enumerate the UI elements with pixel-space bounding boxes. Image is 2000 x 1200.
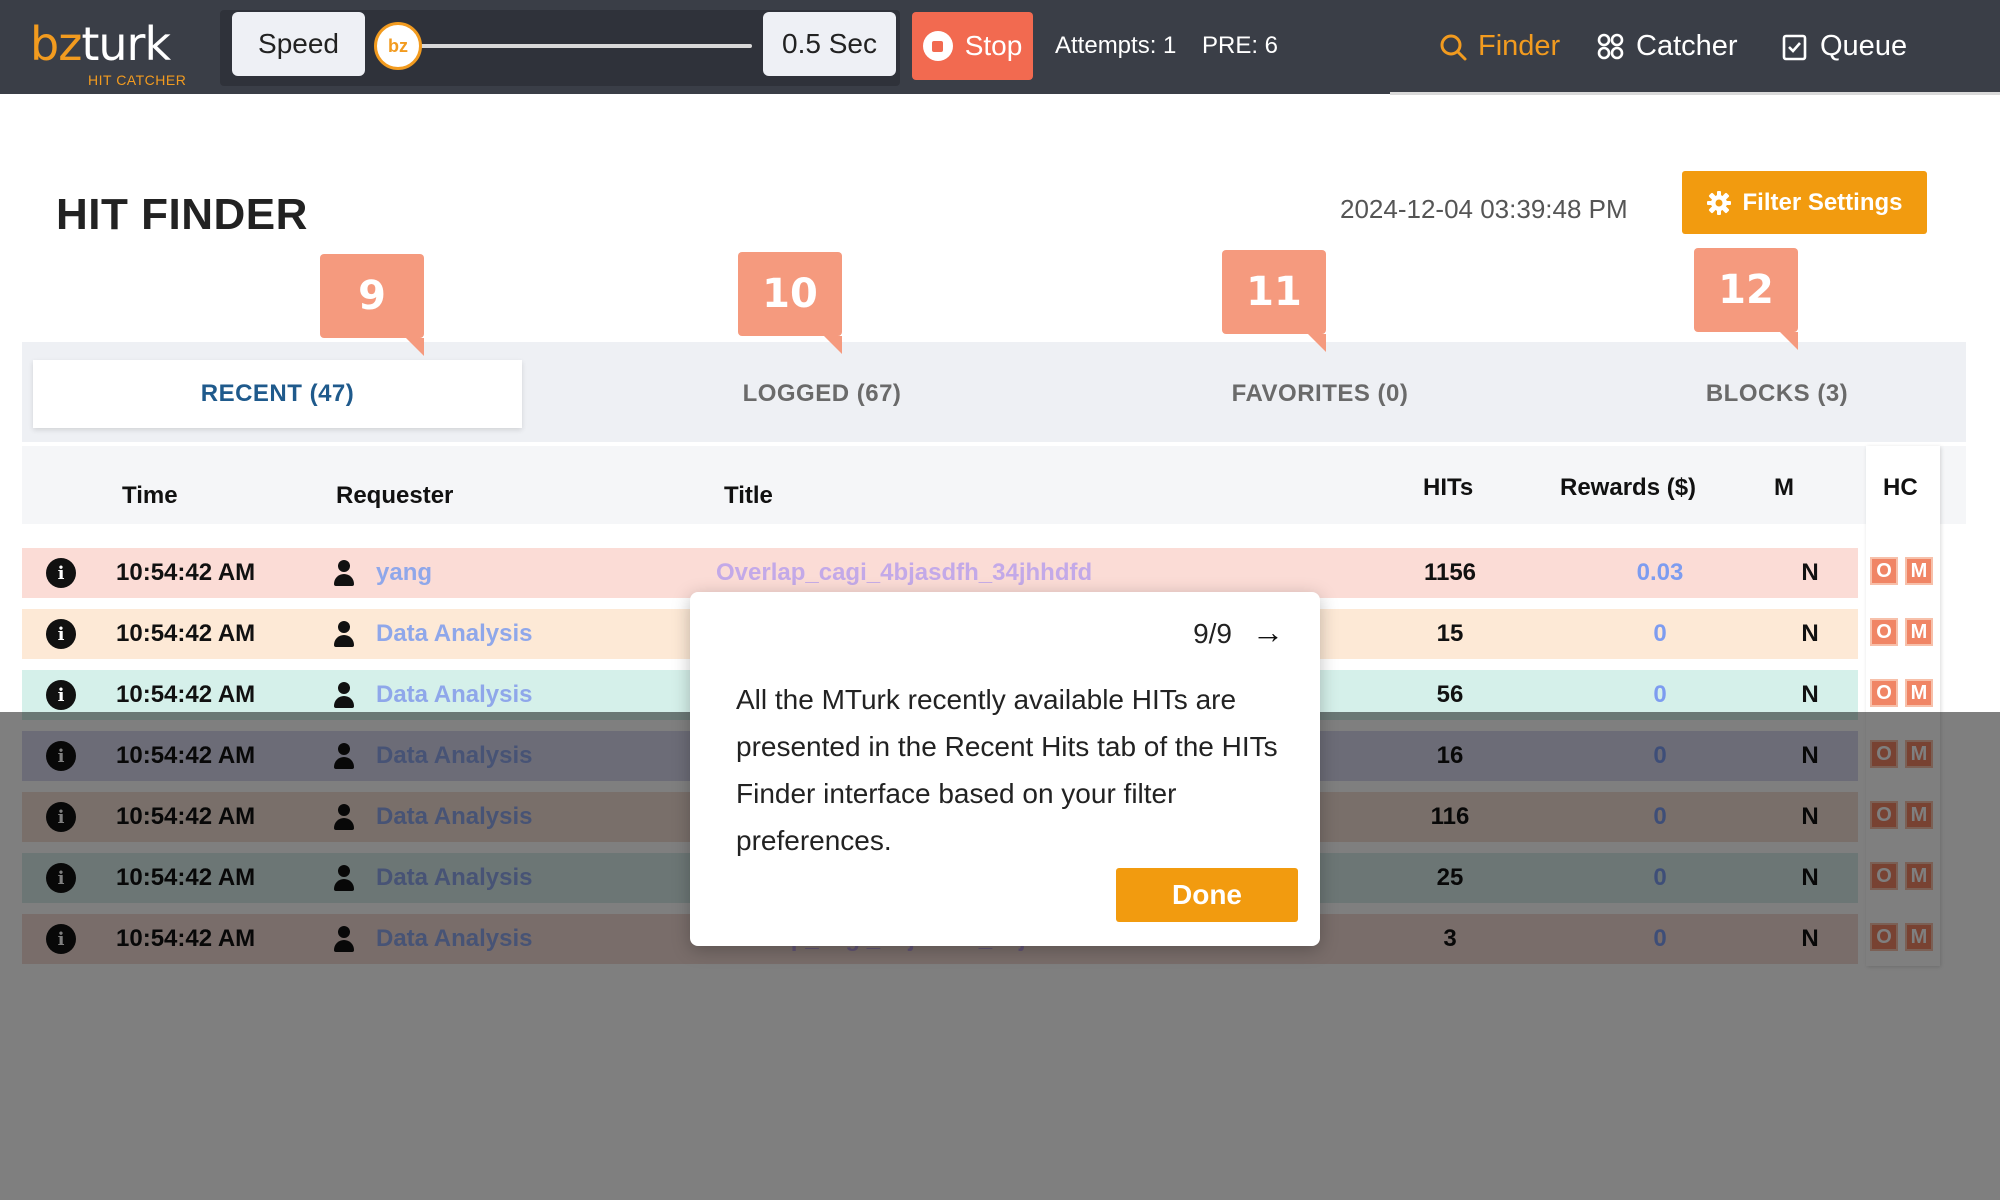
row-title-link[interactable]: Overlap_cagi_4bjasdfh_34jhhdfd xyxy=(716,548,1236,598)
table-row[interactable]: i 10:54:42 AM yang Overlap_cagi_4bjasdfh_34… xyxy=(22,548,1858,598)
more-hit-button[interactable]: M xyxy=(1905,557,1933,585)
nav-catcher[interactable]: Catcher xyxy=(1596,30,1738,63)
speed-slider-track[interactable] xyxy=(400,44,752,48)
row-hits: 1156 xyxy=(1423,559,1477,586)
info-icon[interactable]: i xyxy=(46,680,76,710)
col-m: M xyxy=(1774,474,1794,501)
stop-icon xyxy=(922,31,953,61)
done-button[interactable]: Done xyxy=(1116,868,1298,922)
nav-finder[interactable]: Finder xyxy=(1438,30,1560,63)
app-logo[interactable]: bzturk HIT CATCHER xyxy=(30,14,190,90)
col-rewards: Rewards ($) xyxy=(1560,474,1697,501)
logo-wordmark: bzturk xyxy=(30,14,171,74)
page-title: HIT FINDER xyxy=(56,190,308,239)
speed-button[interactable]: Speed xyxy=(232,12,365,76)
open-hit-button[interactable]: O xyxy=(1870,679,1898,707)
tour-step-counter: 9/9 xyxy=(1193,618,1232,649)
nav-queue-label: Queue xyxy=(1820,30,1908,62)
row-time: 10:54:42 AM xyxy=(116,559,256,586)
open-hit-button[interactable]: O xyxy=(1870,557,1898,585)
filter-settings-button[interactable]: Filter Settings xyxy=(1682,171,1927,234)
tab-blocks[interactable]: BLOCKS (3) xyxy=(1580,360,1974,428)
speed-slider-thumb[interactable]: bz xyxy=(374,22,422,70)
more-hit-button[interactable]: M xyxy=(1905,618,1933,646)
user-icon xyxy=(333,621,355,647)
checklist-icon xyxy=(1782,34,1807,60)
tour-badge-logged: 10 xyxy=(738,252,842,354)
col-title: Title xyxy=(724,482,773,509)
row-hits: 15 xyxy=(1436,620,1464,647)
stop-label: Stop xyxy=(964,30,1023,61)
tab-recent[interactable]: RECENT (47) xyxy=(33,360,522,428)
pre-counter: PRE: 6 xyxy=(1202,32,1279,59)
logo-subtitle: HIT CATCHER xyxy=(88,72,187,88)
logo-prefix: bz xyxy=(30,17,82,71)
current-timestamp: 2024-12-04 03:39:48 PM xyxy=(1340,194,1628,224)
tab-favorites[interactable]: FAVORITES (0) xyxy=(1100,360,1540,428)
row-m-flag: N xyxy=(1801,559,1819,586)
attempts-counter: Attempts: 1 xyxy=(1055,32,1177,59)
tour-popover: 9/9 → All the MTurk recently available H… xyxy=(690,592,1320,946)
user-icon-cell xyxy=(333,548,361,598)
user-icon xyxy=(333,682,355,708)
row-m-flag: N xyxy=(1801,620,1819,647)
nav-finder-label: Finder xyxy=(1478,30,1561,62)
nav-underline xyxy=(1390,92,2000,95)
col-hc: HC xyxy=(1883,474,1918,501)
row-requester-link[interactable]: yang xyxy=(376,548,676,598)
col-time: Time xyxy=(122,482,178,509)
open-hit-button[interactable]: O xyxy=(1870,618,1898,646)
filter-settings-label: Filter Settings xyxy=(1742,188,1903,216)
info-icon[interactable]: i xyxy=(46,558,76,588)
tour-message: All the MTurk recently available HITs ar… xyxy=(736,684,1278,856)
row-requester-link[interactable]: Data Analysis xyxy=(376,609,676,659)
search-icon xyxy=(1440,34,1467,60)
user-icon xyxy=(333,560,355,586)
col-hits: HITs xyxy=(1423,474,1474,501)
stop-button[interactable]: Stop xyxy=(912,12,1033,80)
info-icon-cell[interactable]: i xyxy=(46,609,82,659)
row-reward: 0.03 xyxy=(1636,559,1684,586)
nav-catcher-label: Catcher xyxy=(1636,30,1738,62)
info-icon-cell[interactable]: i xyxy=(46,548,82,598)
gear-icon xyxy=(1707,190,1732,215)
nav-queue[interactable]: Queue xyxy=(1780,30,1907,63)
more-hit-button[interactable]: M xyxy=(1905,679,1933,707)
tab-logged[interactable]: LOGGED (67) xyxy=(600,360,1044,428)
user-icon-cell xyxy=(333,609,361,659)
row-reward: 0 xyxy=(1653,620,1667,647)
tour-badge-blocks: 12 xyxy=(1694,248,1798,350)
info-icon[interactable]: i xyxy=(46,619,76,649)
row-time: 10:54:42 AM xyxy=(116,620,256,647)
col-requester: Requester xyxy=(336,482,454,509)
tour-badge-favorites: 11 xyxy=(1222,250,1326,352)
interval-button[interactable]: 0.5 Sec xyxy=(763,12,896,76)
next-arrow-icon[interactable]: → xyxy=(1252,614,1284,651)
logo-suffix: turk xyxy=(81,17,171,71)
grid-icon xyxy=(1597,33,1624,59)
tour-badge-recent: 9 xyxy=(320,254,424,356)
